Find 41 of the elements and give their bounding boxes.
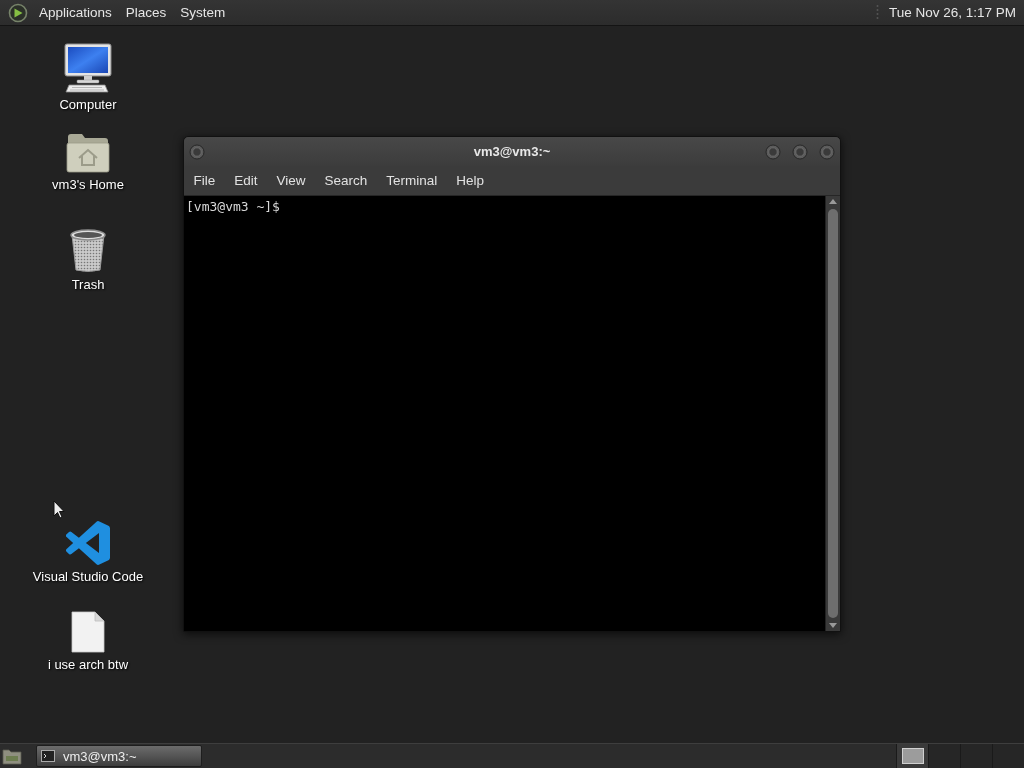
play-circle-icon[interactable] xyxy=(8,2,28,23)
window-title: vm3@vm3:~ xyxy=(473,144,551,159)
panel-clock[interactable]: Tue Nov 26, 1:17 PM xyxy=(884,2,1020,23)
menu-item[interactable]: Help xyxy=(446,170,494,191)
panel-menu[interactable]: Places xyxy=(118,2,174,23)
desktop-icon-label[interactable]: Trash xyxy=(71,277,105,293)
trash-bin-icon[interactable] xyxy=(68,228,108,273)
workspace-cell[interactable] xyxy=(896,744,928,768)
workspace-cell[interactable] xyxy=(928,744,960,768)
desktop-icon-label[interactable]: Computer xyxy=(59,97,117,113)
scrollbar[interactable] xyxy=(825,196,840,631)
workspace-cell[interactable] xyxy=(960,744,992,768)
menu-item[interactable]: File xyxy=(184,170,225,191)
grip-icon xyxy=(875,3,879,22)
workspace-cell[interactable] xyxy=(992,744,1024,768)
window-thumbnail-icon xyxy=(901,748,924,764)
mouse-pointer-icon xyxy=(53,500,65,519)
terminal-icon xyxy=(41,750,55,762)
prompt-text: [vm3@vm3 ~]$ xyxy=(186,199,280,214)
app-logo-icon[interactable] xyxy=(66,521,110,565)
minimize-button[interactable] xyxy=(765,143,781,160)
menu-item[interactable]: Terminal xyxy=(376,170,447,191)
window-menu-button[interactable] xyxy=(189,143,205,160)
menu-item[interactable]: View xyxy=(267,170,316,191)
computer-icon[interactable] xyxy=(64,43,112,93)
taskbar-button[interactable]: vm3@vm3:~ xyxy=(36,745,202,767)
panel-menu[interactable]: System xyxy=(173,2,233,23)
scrollbar-thumb[interactable] xyxy=(828,209,838,618)
menu-item[interactable]: Search xyxy=(315,170,377,191)
maximize-button[interactable] xyxy=(792,143,808,160)
home-folder-icon[interactable] xyxy=(66,131,110,173)
scroll-down-button[interactable] xyxy=(829,623,837,628)
desktop-icon-label[interactable]: vm3's Home xyxy=(52,177,124,193)
document-icon[interactable] xyxy=(71,611,105,653)
show-desktop-icon[interactable] xyxy=(2,747,22,765)
menu-item[interactable]: Edit xyxy=(224,170,268,191)
desktop-icon-label[interactable]: i use arch btw xyxy=(47,657,129,673)
panel-menu[interactable]: Applications xyxy=(32,2,119,23)
scroll-up-button[interactable] xyxy=(829,199,837,204)
close-button[interactable] xyxy=(819,143,835,160)
desktop-icon-label[interactable]: Visual Studio Code xyxy=(32,569,144,585)
